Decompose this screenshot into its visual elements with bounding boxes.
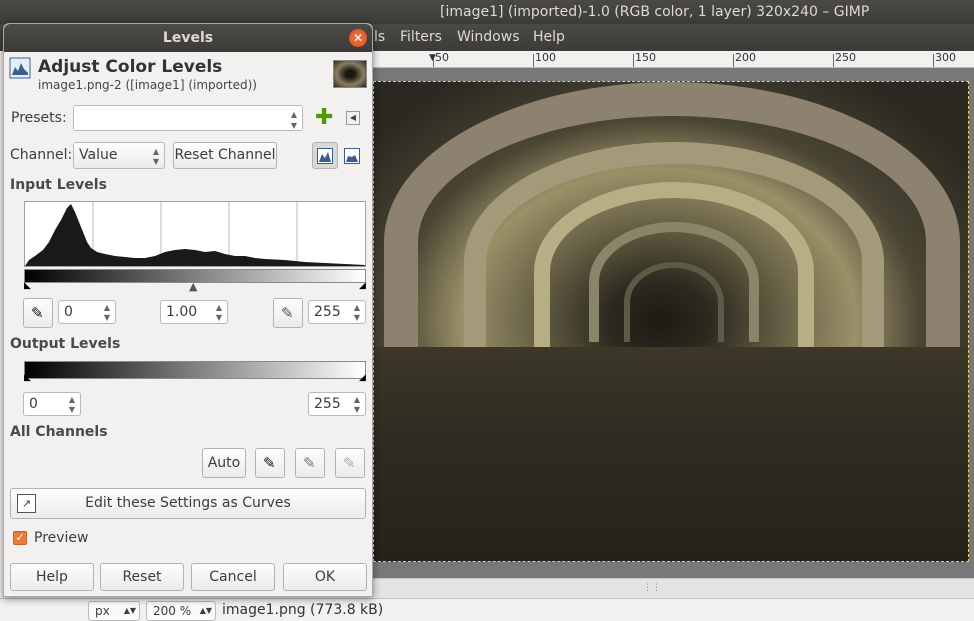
channel-dropdown-icon: ▲ ▼ (152, 147, 160, 166)
ruler-label-300: 300 (935, 51, 956, 64)
checkmark-icon: ✓ (15, 531, 25, 544)
presets-menu-icon[interactable]: ◀ (346, 111, 360, 125)
linear-histogram-button[interactable] (312, 142, 338, 169)
reset-channel-button[interactable]: Reset Channel (173, 142, 277, 169)
image-thumbnail (333, 60, 367, 88)
ruler-label-50: 50 (435, 51, 449, 64)
presets-combo[interactable]: ▲ ▼ (73, 105, 303, 131)
menu-filters[interactable]: Filters (400, 29, 442, 45)
gray-point-eyedropper-icon: ✎ (303, 454, 316, 472)
levels-dialog: Levels ✕ Adjust Color Levels image1.png-… (3, 23, 373, 597)
all-gray-picker-button[interactable]: ✎ (295, 448, 325, 478)
input-high-handle[interactable]: ◢ (359, 281, 366, 291)
channel-value: Value (79, 147, 118, 163)
log-histogram-button[interactable] (344, 148, 360, 168)
zoom-value: 200 % (153, 604, 192, 618)
unit-value: px (95, 604, 110, 618)
horizontal-scrollbar[interactable]: ⋮⋮ (373, 578, 974, 598)
zoom-selector[interactable]: 200 % ▲▼ (146, 601, 216, 621)
cancel-button[interactable]: Cancel (191, 563, 275, 591)
menu-tools-partial[interactable]: ls (374, 29, 385, 45)
all-black-picker-button[interactable]: ✎ (255, 448, 285, 478)
output-high-value: 255 (314, 396, 341, 412)
input-low-arrows-icon: ▲ ▼ (103, 303, 111, 322)
channel-label: Channel: (10, 147, 73, 163)
help-button[interactable]: Help (10, 563, 94, 591)
dialog-subheader: image1.png-2 ([image1] (imported)) (38, 78, 257, 92)
input-white-picker-button[interactable]: ✎ (273, 298, 303, 328)
scroll-grip-icon: ⋮⋮ (643, 583, 661, 593)
dialog-title: Levels (162, 30, 214, 46)
output-low-handle[interactable]: ◣ (24, 373, 31, 383)
add-preset-icon[interactable]: ✚ (315, 107, 333, 129)
output-gradient (24, 361, 366, 379)
dialog-titlebar[interactable]: Levels (4, 24, 372, 52)
close-icon: ✕ (352, 31, 364, 45)
input-low-value: 0 (64, 304, 73, 320)
white-point-eyedropper-icon: ✎ (343, 454, 356, 472)
input-low-handle[interactable]: ◣ (24, 281, 31, 291)
edit-as-curves-button[interactable]: ↗ Edit these Settings as Curves (10, 488, 366, 519)
presets-dropdown-icon: ▲ ▼ (290, 110, 298, 130)
ok-button[interactable]: OK (283, 563, 367, 591)
menu-help[interactable]: Help (533, 29, 565, 45)
image-canvas[interactable] (373, 81, 969, 562)
close-button[interactable]: ✕ (349, 29, 367, 47)
input-gamma-spin[interactable]: 1.00 ▲ ▼ (160, 300, 228, 324)
input-high-arrows-icon: ▲ ▼ (353, 303, 361, 322)
output-high-arrows-icon: ▲ ▼ (353, 395, 361, 414)
reset-button[interactable]: Reset (100, 563, 184, 591)
ruler-pointer-icon: ▼ (429, 53, 436, 63)
output-levels-heading: Output Levels (10, 336, 121, 352)
file-info: image1.png (773.8 kB) (222, 602, 384, 618)
input-low-spin[interactable]: 0 ▲ ▼ (58, 300, 116, 324)
all-channels-heading: All Channels (10, 424, 108, 440)
edit-as-curves-label: Edit these Settings as Curves (85, 495, 291, 511)
ruler-label-250: 250 (835, 51, 856, 64)
input-high-spin[interactable]: 255 ▲ ▼ (308, 300, 366, 324)
input-gamma-arrows-icon: ▲ ▼ (215, 303, 223, 322)
horizontal-ruler[interactable]: 50 100 150 200 250 300 ▼ (373, 51, 974, 68)
input-levels-heading: Input Levels (10, 177, 107, 193)
output-low-spin[interactable]: 0 ▲ ▼ (23, 392, 81, 416)
input-gamma-value: 1.00 (166, 304, 198, 320)
histogram-graph (25, 202, 365, 266)
channel-combo[interactable]: Value ▲ ▼ (73, 142, 165, 169)
output-high-handle[interactable]: ◢ (359, 373, 366, 383)
all-white-picker-button[interactable]: ✎ (335, 448, 365, 478)
preview-checkbox[interactable]: ✓ (13, 531, 27, 545)
main-window-titlebar: [image1] (imported)-1.0 (RGB color, 1 la… (0, 0, 974, 24)
white-eyedropper-icon: ✎ (281, 304, 294, 322)
input-gamma-handle[interactable]: ▲ (189, 280, 197, 293)
input-high-value: 255 (314, 304, 341, 320)
log-histogram-icon (344, 148, 360, 164)
output-low-arrows-icon: ▲ ▼ (68, 395, 76, 414)
presets-label: Presets: (11, 110, 67, 126)
menu-windows[interactable]: Windows (457, 29, 520, 45)
curves-icon: ↗ (17, 494, 36, 513)
dialog-header: Adjust Color Levels (38, 57, 223, 77)
output-low-value: 0 (29, 396, 38, 412)
input-black-picker-button[interactable]: ✎ (23, 298, 53, 328)
statusbar: px ▲▼ 200 % ▲▼ image1.png (773.8 kB) (0, 598, 974, 621)
output-high-spin[interactable]: 255 ▲ ▼ (308, 392, 366, 416)
window-title: [image1] (imported)-1.0 (RGB color, 1 la… (440, 4, 870, 20)
levels-icon (9, 57, 31, 79)
linear-histogram-icon (317, 148, 333, 164)
input-histogram (24, 201, 366, 267)
black-point-eyedropper-icon: ✎ (263, 454, 276, 472)
ruler-label-200: 200 (735, 51, 756, 64)
zoom-dropdown-icon: ▲▼ (199, 606, 212, 615)
ruler-label-150: 150 (635, 51, 656, 64)
unit-dropdown-icon: ▲▼ (123, 606, 136, 615)
preview-label: Preview (34, 530, 89, 546)
ruler-label-100: 100 (535, 51, 556, 64)
black-eyedropper-icon: ✎ (31, 304, 44, 322)
unit-selector[interactable]: px ▲▼ (88, 601, 140, 621)
auto-button[interactable]: Auto (202, 448, 246, 478)
